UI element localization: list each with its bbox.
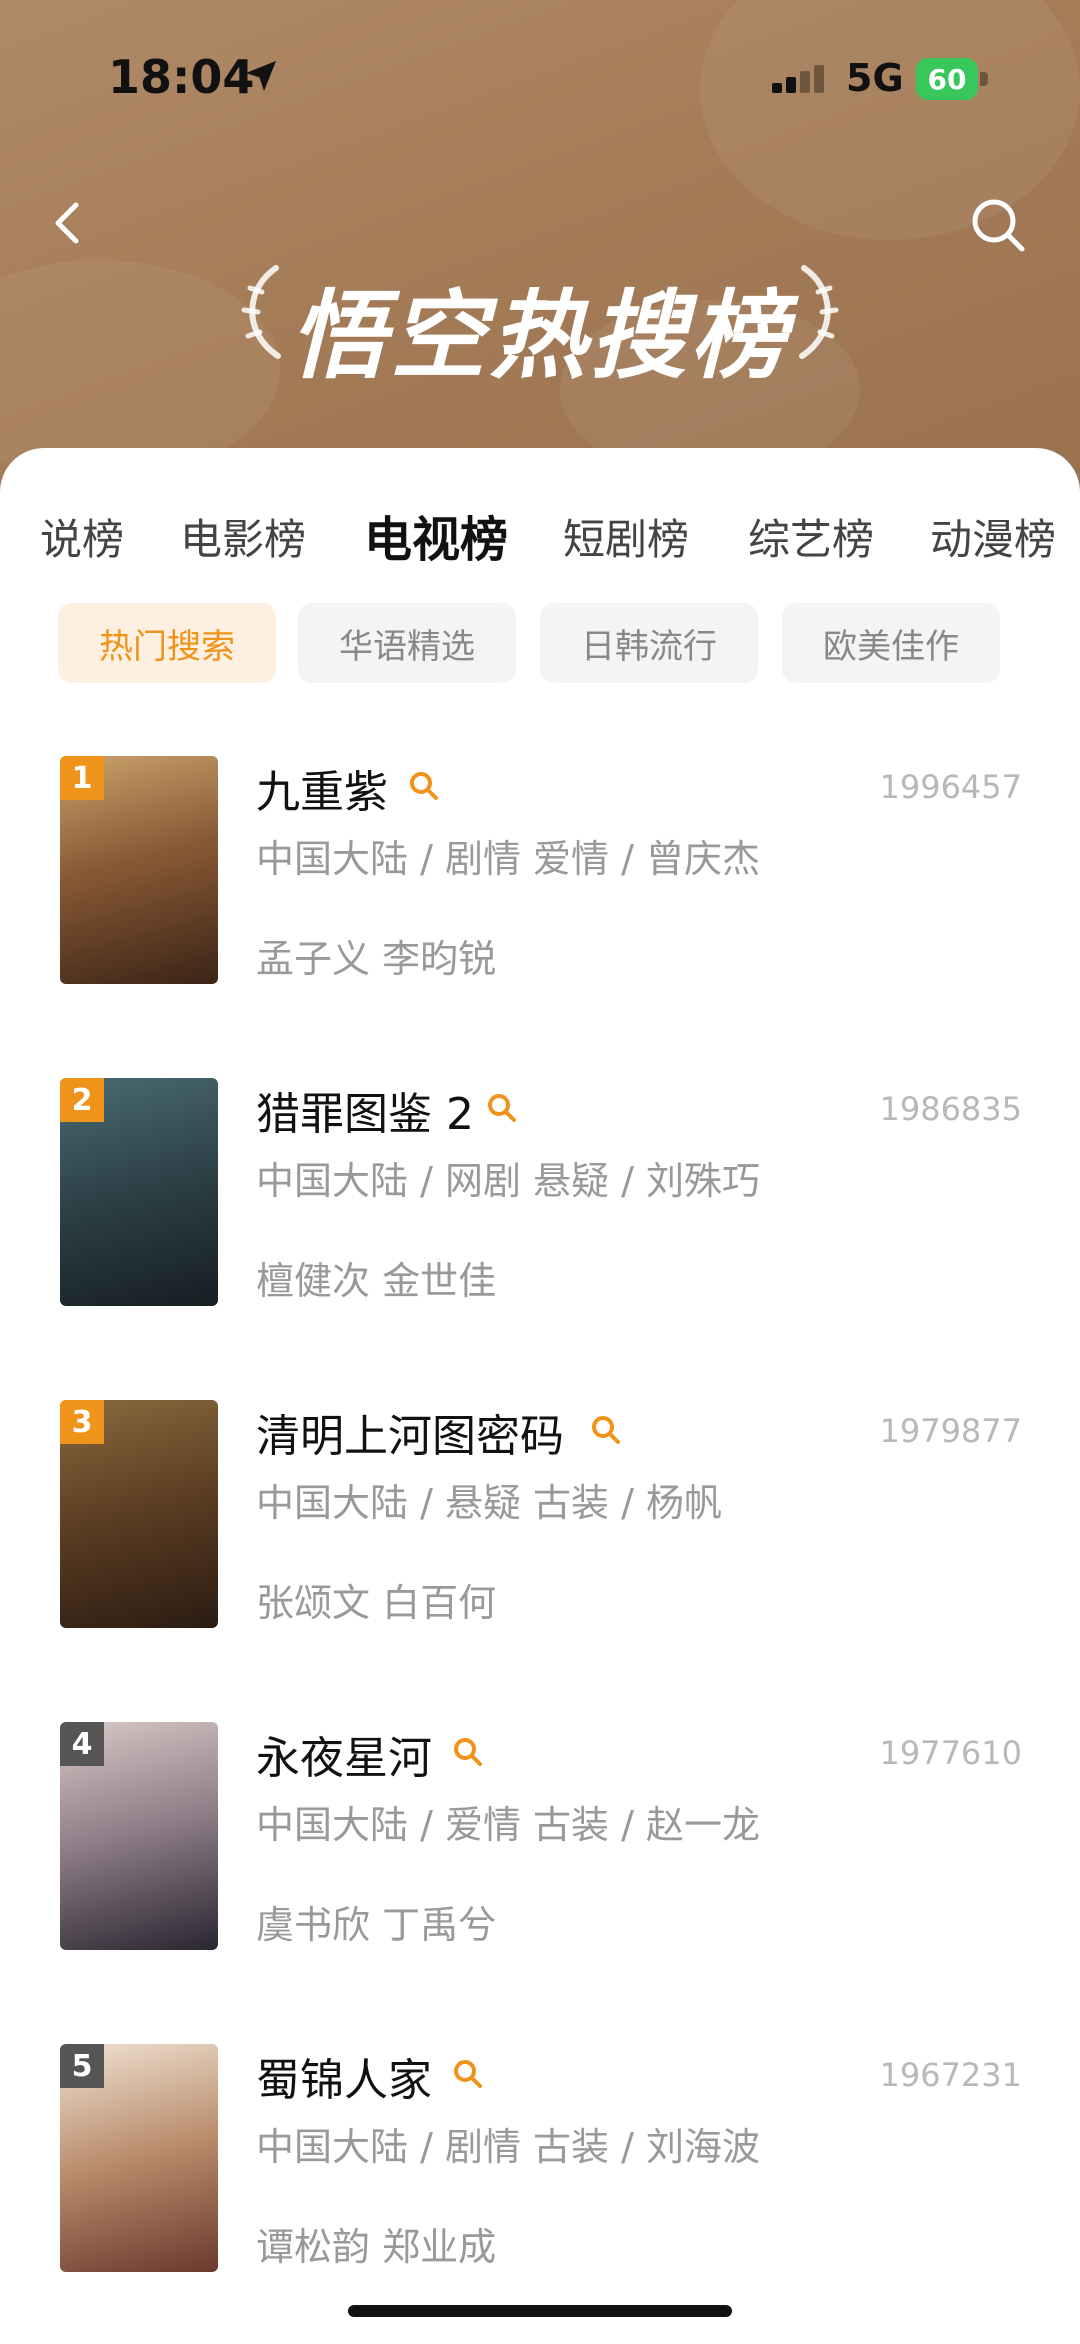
page-title: 悟空热搜榜 bbox=[290, 280, 790, 392]
item-meta: 中国大陆 / 网剧 悬疑 / 刘殊巧 bbox=[256, 1159, 761, 1203]
poster-image: 2 bbox=[60, 1078, 218, 1306]
poster-image: 5 bbox=[60, 2044, 218, 2272]
search-icon bbox=[454, 2060, 482, 2088]
rank-badge: 3 bbox=[60, 1400, 104, 1444]
status-time: 18:04 bbox=[108, 50, 255, 104]
search-icon bbox=[592, 1416, 620, 1444]
rank-badge: 2 bbox=[60, 1078, 104, 1122]
rank-badge: 1 bbox=[60, 756, 104, 800]
search-count: 1979877 bbox=[879, 1412, 1022, 1450]
item-title: 蜀锦人家 bbox=[256, 2055, 432, 2106]
status-bar: 18:04 5G 60 bbox=[0, 0, 1080, 160]
rank-badge: 5 bbox=[60, 2044, 104, 2088]
network-type: 5G bbox=[846, 56, 904, 100]
poster-image: 3 bbox=[60, 1400, 218, 1628]
list-item[interactable]: 3 清明上河图密码 1979877 中国大陆 / 悬疑 古装 / 杨帆 张颂文 … bbox=[0, 1400, 1080, 1700]
item-meta: 中国大陆 / 剧情 爱情 / 曾庆杰 bbox=[256, 837, 761, 881]
tab-shuo[interactable]: 说榜 bbox=[40, 506, 124, 567]
tab-short-drama[interactable]: 短剧榜 bbox=[563, 506, 689, 567]
item-meta: 中国大陆 / 爱情 古装 / 赵一龙 bbox=[256, 1803, 761, 1847]
item-title: 猎罪图鉴 2 bbox=[256, 1089, 474, 1140]
chip-western[interactable]: 欧美佳作 bbox=[782, 603, 1000, 683]
search-icon bbox=[488, 1094, 516, 1122]
poster-image: 4 bbox=[60, 1722, 218, 1950]
item-cast: 虞书欣 丁禹兮 bbox=[256, 1903, 497, 1947]
rank-badge: 4 bbox=[60, 1722, 104, 1766]
laurel-right-icon bbox=[799, 265, 839, 359]
laurel-left-icon bbox=[241, 265, 281, 359]
item-title: 永夜星河 bbox=[256, 1733, 432, 1784]
tab-anime[interactable]: 动漫榜 bbox=[930, 506, 1056, 567]
item-cast: 张颂文 白百何 bbox=[256, 1581, 497, 1625]
item-cast: 檀健次 金世佳 bbox=[256, 1259, 497, 1303]
item-meta: 中国大陆 / 剧情 古装 / 刘海波 bbox=[256, 2125, 761, 2169]
item-cast: 谭松韵 郑业成 bbox=[256, 2225, 497, 2269]
chip-chinese[interactable]: 华语精选 bbox=[298, 603, 516, 683]
search-count: 1967231 bbox=[879, 2056, 1022, 2094]
category-tabs: 说榜 电影榜 电视榜 短剧榜 综艺榜 动漫榜 bbox=[0, 506, 1080, 576]
battery-level: 60 bbox=[927, 62, 967, 96]
location-arrow-icon bbox=[246, 61, 276, 91]
item-cast: 孟子义 李昀锐 bbox=[256, 937, 497, 981]
back-chevron-icon[interactable] bbox=[40, 195, 96, 251]
list-item[interactable]: 5 蜀锦人家 1967231 中国大陆 / 剧情 古装 / 刘海波 谭松韵 郑业… bbox=[0, 2044, 1080, 2344]
list-item[interactable]: 2 猎罪图鉴 2 1986835 中国大陆 / 网剧 悬疑 / 刘殊巧 檀健次 … bbox=[0, 1078, 1080, 1378]
item-title: 清明上河图密码 bbox=[256, 1411, 564, 1462]
search-icon bbox=[410, 772, 438, 800]
home-indicator[interactable] bbox=[348, 2305, 732, 2317]
search-icon[interactable] bbox=[968, 195, 1028, 255]
tab-variety[interactable]: 综艺榜 bbox=[748, 506, 874, 567]
filter-chips: 热门搜索 华语精选 日韩流行 欧美佳作 bbox=[0, 603, 1080, 685]
search-icon bbox=[454, 1738, 482, 1766]
battery-icon: 60 bbox=[916, 58, 990, 100]
page-title-wrap: 悟空热搜榜 bbox=[220, 250, 860, 392]
search-count: 1986835 bbox=[879, 1090, 1022, 1128]
search-count: 1996457 bbox=[879, 768, 1022, 806]
cellular-signal-icon bbox=[772, 65, 824, 93]
tab-movie[interactable]: 电影榜 bbox=[180, 506, 306, 567]
poster-image: 1 bbox=[60, 756, 218, 984]
item-meta: 中国大陆 / 悬疑 古装 / 杨帆 bbox=[256, 1481, 723, 1525]
chip-hot-search[interactable]: 热门搜索 bbox=[58, 603, 276, 683]
list-item[interactable]: 4 永夜星河 1977610 中国大陆 / 爱情 古装 / 赵一龙 虞书欣 丁禹… bbox=[0, 1722, 1080, 2022]
item-title: 九重紫 bbox=[256, 767, 388, 818]
chip-jp-kr[interactable]: 日韩流行 bbox=[540, 603, 758, 683]
list-item[interactable]: 1 九重紫 1996457 中国大陆 / 剧情 爱情 / 曾庆杰 孟子义 李昀锐 bbox=[0, 756, 1080, 1056]
tab-tv[interactable]: 电视榜 bbox=[364, 506, 508, 570]
search-count: 1977610 bbox=[879, 1734, 1022, 1772]
